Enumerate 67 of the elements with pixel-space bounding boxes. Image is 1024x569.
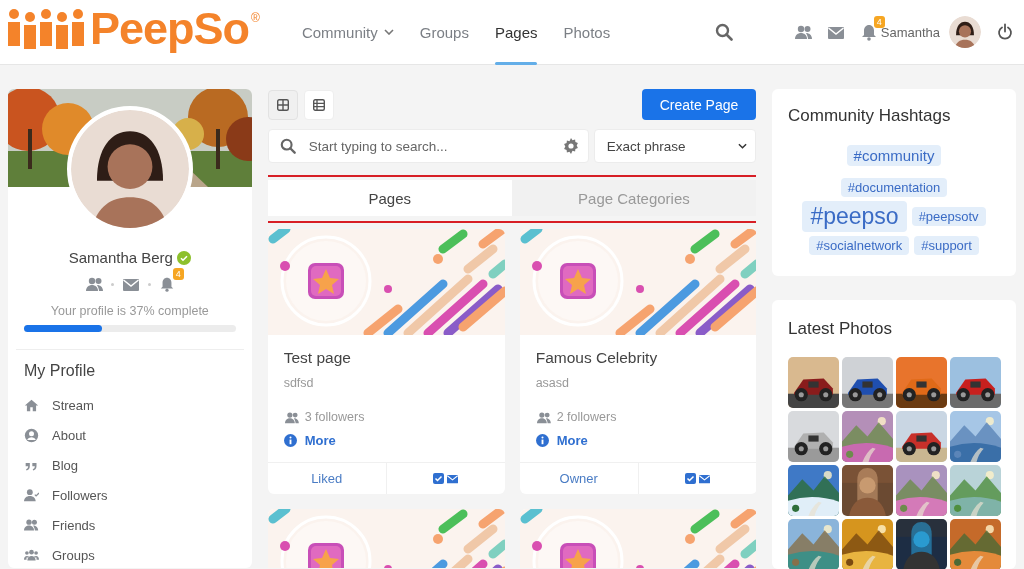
user-circle-icon xyxy=(24,427,39,443)
menu-item[interactable]: Stream xyxy=(24,390,236,420)
info-icon xyxy=(283,434,297,447)
people-icon xyxy=(535,410,551,424)
settings-icon[interactable] xyxy=(562,138,579,154)
hashtag[interactable]: #support xyxy=(914,236,979,255)
logo-text: PeepSo xyxy=(90,3,250,55)
menu-item[interactable]: Friends xyxy=(24,510,236,540)
user-check-icon xyxy=(24,487,39,503)
search-field[interactable]: Start typing to search... xyxy=(267,129,589,163)
page-description: sdfsd xyxy=(283,376,315,390)
chevron-down-icon xyxy=(738,143,747,149)
mail-icon[interactable] xyxy=(121,276,140,292)
more-link[interactable]: More xyxy=(535,433,588,448)
hashtag[interactable]: #peepso xyxy=(802,201,907,232)
home-icon xyxy=(24,397,39,413)
more-link[interactable]: More xyxy=(283,433,336,448)
tab[interactable]: Pages xyxy=(267,180,512,216)
checkbox-icon xyxy=(432,473,444,484)
search-icon[interactable] xyxy=(714,23,733,41)
profile-completion-text: Your profile is 37% complete xyxy=(49,304,210,318)
hashtag[interactable]: #community xyxy=(846,145,942,166)
people-icon xyxy=(24,517,39,533)
card-title: Community Hashtags xyxy=(788,106,952,126)
nav-link[interactable]: Groups xyxy=(407,0,481,65)
notification-badge: 4 xyxy=(172,268,184,280)
status-button[interactable]: Owner xyxy=(519,463,638,494)
mail-icon xyxy=(445,473,459,484)
nav-link[interactable]: Pages xyxy=(482,0,550,65)
view-toggle[interactable] xyxy=(267,89,298,120)
section-title: My Profile xyxy=(24,362,97,380)
page-title: Famous Celebrity xyxy=(535,349,659,367)
chevron-down-icon xyxy=(383,29,394,35)
menu-item[interactable]: Groups xyxy=(24,540,236,568)
people-icon[interactable] xyxy=(84,276,103,292)
mail-icon[interactable] xyxy=(826,24,845,40)
avatar xyxy=(949,16,981,48)
checkbox-icon xyxy=(684,473,696,484)
status-button[interactable]: Liked xyxy=(267,463,386,494)
menu-item[interactable]: Blog xyxy=(24,450,236,480)
nav-link[interactable]: Photos xyxy=(551,0,623,65)
search-mode-select[interactable]: Exact phrase xyxy=(593,129,756,163)
list-icon xyxy=(312,98,325,111)
nav-link[interactable]: Community xyxy=(289,0,406,65)
people-icon xyxy=(283,410,299,424)
page-description: asasd xyxy=(535,376,571,390)
hashtag[interactable]: #documentation xyxy=(840,178,948,197)
mail-icon xyxy=(697,473,711,484)
page-title: Test page xyxy=(283,349,352,367)
search-icon xyxy=(279,138,296,154)
power-icon[interactable] xyxy=(996,23,1014,41)
notification-badge: 4 xyxy=(873,16,885,28)
info-icon xyxy=(535,434,549,447)
user-name: Samantha Berg xyxy=(68,249,173,266)
grid-icon xyxy=(276,98,289,111)
registered-mark: ® xyxy=(251,11,260,25)
hashtag[interactable]: #peepsotv xyxy=(911,207,986,226)
people-icon[interactable] xyxy=(793,24,812,40)
follower-count: 3 followers xyxy=(304,410,365,424)
menu-item[interactable]: About xyxy=(24,420,236,450)
create-page-button[interactable]: Create Page xyxy=(642,89,756,120)
hashtag[interactable]: #socialnetwork xyxy=(809,236,910,255)
view-toggle[interactable] xyxy=(303,89,334,120)
menu-item[interactable]: Followers xyxy=(24,480,236,510)
group-icon xyxy=(24,547,39,563)
card-title: Latest Photos xyxy=(788,319,893,339)
follower-count: 2 followers xyxy=(556,410,617,424)
